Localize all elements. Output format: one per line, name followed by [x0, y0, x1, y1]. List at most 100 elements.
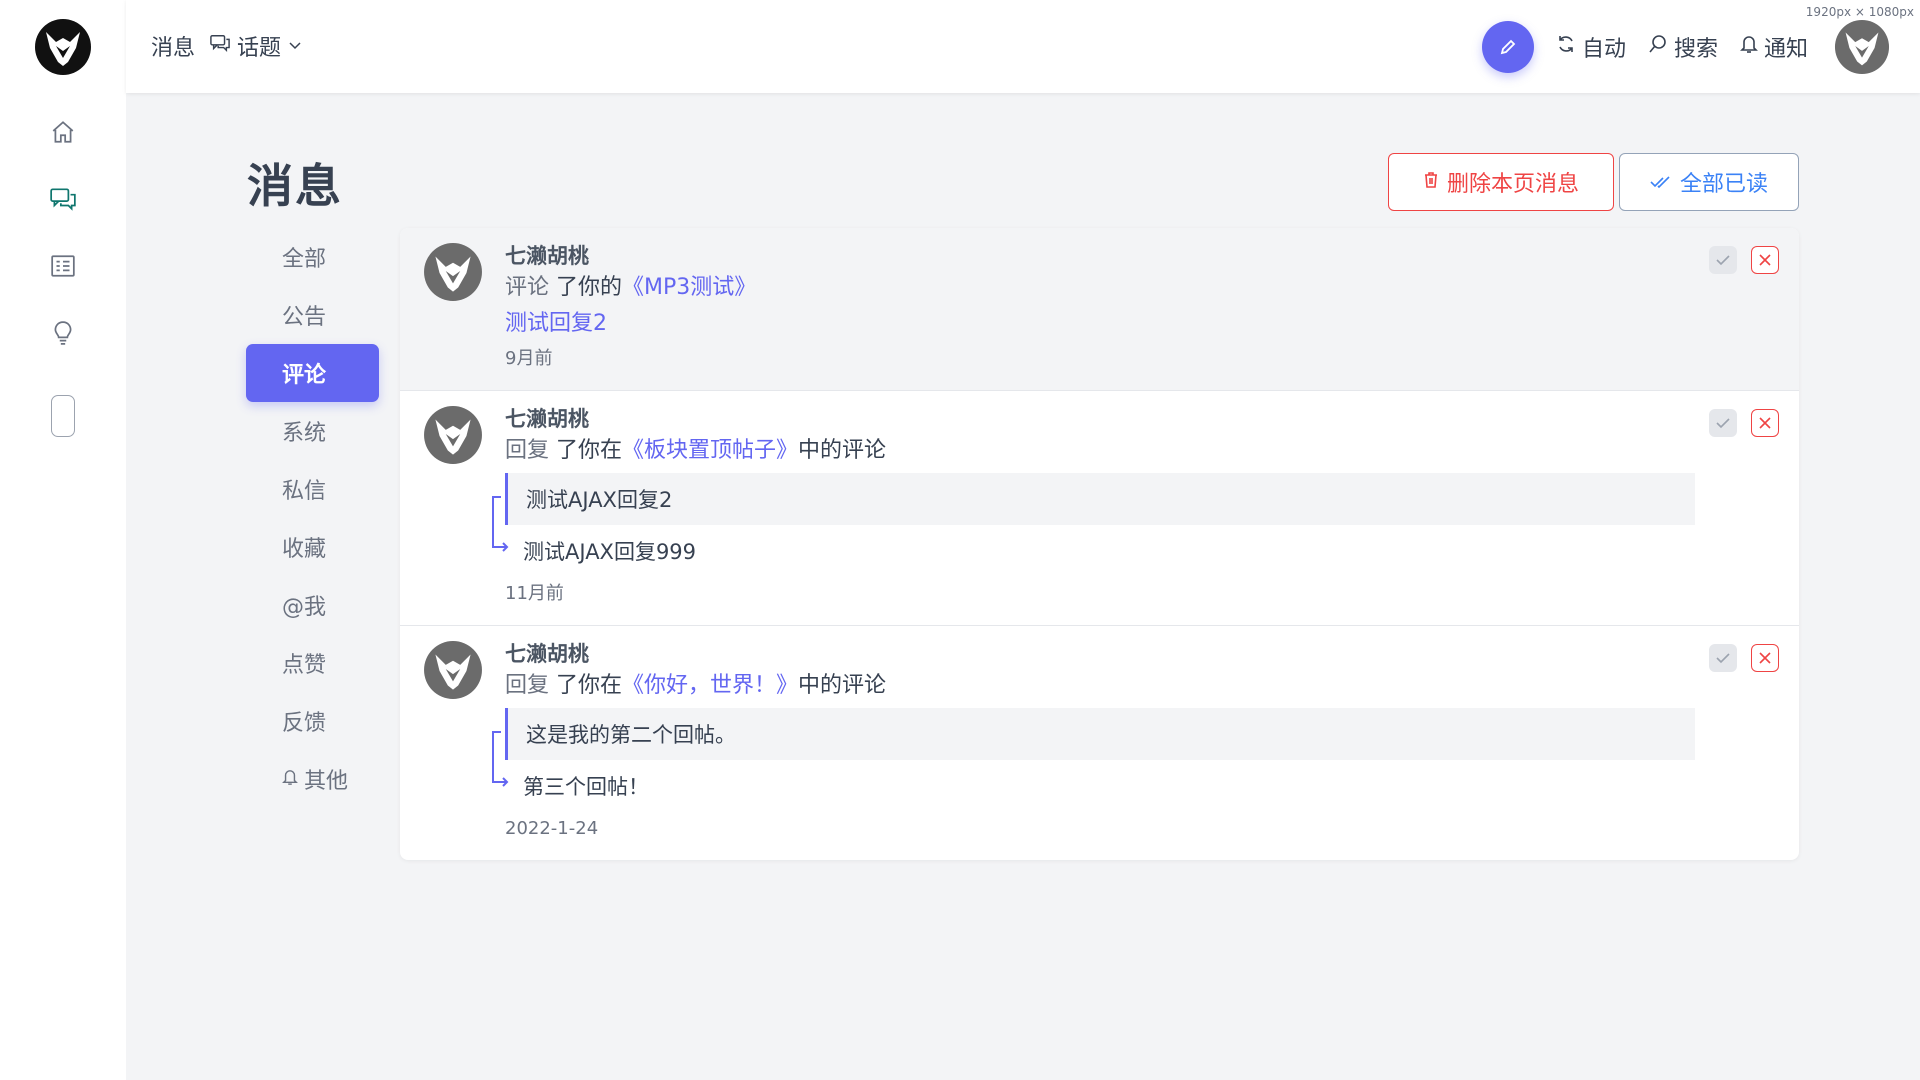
auto-label: 自动 — [1581, 37, 1626, 62]
check-icon — [1716, 251, 1730, 270]
message-item[interactable]: 七濑胡桃 评论 了你的《MP3测试》 测试回复2 9月前 — [400, 228, 1799, 391]
category-like[interactable]: 点赞 — [246, 634, 379, 692]
thread-connector — [492, 731, 509, 787]
breadcrumb: 消息 话题 — [151, 30, 303, 62]
bell-icon — [1740, 34, 1758, 60]
list-icon[interactable] — [41, 244, 85, 288]
message-summary: 评论 了你的《MP3测试》 — [505, 270, 1699, 306]
message-actions — [1709, 644, 1779, 672]
message-action: 评论 — [505, 275, 550, 300]
crumb-message[interactable]: 消息 — [151, 30, 195, 62]
category-other[interactable]: 其他 — [246, 750, 379, 808]
quoted-comment: 这是我的第二个回帖。 — [505, 708, 1695, 760]
search-button[interactable]: 搜索 — [1648, 31, 1718, 63]
delete-message-button[interactable] — [1751, 644, 1779, 672]
check-icon — [1716, 649, 1730, 668]
category-label: 点赞 — [282, 653, 327, 678]
read-all-label: 全部已读 — [1679, 172, 1768, 197]
page-title: 消息 — [247, 159, 343, 213]
topic-dropdown[interactable]: 话题 — [209, 30, 303, 62]
chat-bubble-icon — [209, 33, 231, 59]
mark-read-button[interactable] — [1709, 409, 1737, 437]
write-button[interactable] — [1481, 21, 1534, 73]
message-mid: 了你在 — [556, 438, 623, 463]
message-time: 2022-1-24 — [505, 818, 599, 839]
close-icon — [1759, 251, 1771, 270]
category-label: 私信 — [282, 479, 327, 504]
sender-avatar[interactable] — [423, 405, 483, 465]
sender-avatar[interactable] — [423, 640, 483, 700]
quoted-comment: 测试AJAX回复2 — [505, 473, 1695, 525]
auto-theme-button[interactable]: 自动 — [1556, 31, 1626, 63]
message-body: 七濑胡桃 回复 了你在《板块置顶帖子》中的评论 测试AJAX回复2 测试AJAX… — [492, 405, 1699, 611]
category-label: 评论 — [282, 363, 327, 388]
delete-message-button[interactable] — [1751, 409, 1779, 437]
sender-name[interactable]: 七濑胡桃 — [505, 405, 1699, 433]
message-tail: 中的评论 — [798, 438, 887, 463]
category-announcement[interactable]: 公告 — [246, 286, 379, 344]
category-label: 反馈 — [282, 711, 327, 736]
message-tail: 中的评论 — [798, 673, 887, 698]
category-private-message[interactable]: 私信 — [246, 460, 379, 518]
message-item[interactable]: 七濑胡桃 回复 了你在《你好，世界！》中的评论 这是我的第二个回帖。 第三个回帖… — [400, 626, 1799, 860]
sender-name[interactable]: 七濑胡桃 — [505, 242, 1699, 270]
topic-label: 话题 — [237, 36, 282, 61]
message-time: 11月前 — [505, 583, 564, 604]
thread-connector — [492, 496, 509, 552]
category-label: 全部 — [282, 247, 327, 272]
search-icon — [1648, 34, 1668, 60]
site-logo[interactable] — [34, 18, 92, 76]
mark-read-button[interactable] — [1709, 644, 1737, 672]
top-header: 消息 话题 自动 搜索 通知 — [126, 0, 1920, 93]
lightbulb-icon[interactable] — [41, 311, 85, 355]
category-comment[interactable]: 评论 — [246, 344, 379, 402]
reply-comment: 测试AJAX回复999 — [523, 540, 697, 564]
message-time: 9月前 — [505, 348, 553, 369]
category-label: 系统 — [282, 421, 327, 446]
message-item[interactable]: 七濑胡桃 回复 了你在《板块置顶帖子》中的评论 测试AJAX回复2 测试AJAX… — [400, 391, 1799, 626]
message-actions — [1709, 246, 1779, 274]
message-summary: 回复 了你在《你好，世界！》中的评论 — [505, 668, 1699, 704]
mark-all-read-button[interactable]: 全部已读 — [1619, 153, 1799, 211]
category-feedback[interactable]: 反馈 — [246, 692, 379, 750]
post-link[interactable]: 《你好，世界！》 — [622, 673, 798, 698]
theme-toggle[interactable] — [51, 395, 75, 437]
delete-label: 删除本页消息 — [1446, 172, 1579, 197]
category-mention[interactable]: @我 — [246, 576, 379, 634]
mark-read-button[interactable] — [1709, 246, 1737, 274]
message-summary: 回复 了你在《板块置顶帖子》中的评论 — [505, 433, 1699, 469]
delete-page-messages-button[interactable]: 删除本页消息 — [1388, 153, 1614, 211]
reply-content-link[interactable]: 测试回复2 — [505, 306, 1699, 342]
category-system[interactable]: 系统 — [246, 402, 379, 460]
category-label: @我 — [282, 595, 327, 620]
refresh-icon — [1556, 34, 1576, 60]
sender-name[interactable]: 七濑胡桃 — [505, 640, 1699, 668]
check-icon — [1716, 414, 1730, 433]
post-link[interactable]: 《MP3测试》 — [622, 275, 756, 300]
message-body: 七濑胡桃 回复 了你在《你好，世界！》中的评论 这是我的第二个回帖。 第三个回帖… — [492, 640, 1699, 846]
message-mid: 了你的 — [556, 275, 623, 300]
dimension-note: 1920px × 1080px — [1805, 5, 1914, 19]
sender-avatar[interactable] — [423, 242, 483, 302]
reply-thread: 这是我的第二个回帖。 第三个回帖！ — [492, 708, 1699, 812]
user-avatar[interactable] — [1834, 19, 1890, 75]
message-action: 回复 — [505, 438, 550, 463]
category-label: 其他 — [304, 769, 349, 794]
chat-icon[interactable] — [41, 177, 85, 221]
reply-thread: 测试AJAX回复2 测试AJAX回复999 — [492, 473, 1699, 577]
close-icon — [1759, 649, 1771, 668]
chevron-down-icon — [287, 34, 303, 59]
message-actions — [1709, 409, 1779, 437]
home-icon[interactable] — [41, 110, 85, 154]
post-link[interactable]: 《板块置顶帖子》 — [622, 438, 798, 463]
search-label: 搜索 — [1673, 37, 1718, 62]
message-body: 七濑胡桃 评论 了你的《MP3测试》 测试回复2 9月前 — [505, 242, 1699, 376]
reply-comment: 第三个回帖！ — [523, 775, 649, 799]
category-favorite[interactable]: 收藏 — [246, 518, 379, 576]
delete-message-button[interactable] — [1751, 246, 1779, 274]
notification-button[interactable]: 通知 — [1740, 31, 1808, 63]
category-all[interactable]: 全部 — [246, 228, 379, 286]
trash-icon — [1423, 170, 1439, 195]
header-actions: 自动 搜索 通知 — [1481, 19, 1890, 75]
close-icon — [1759, 414, 1771, 433]
